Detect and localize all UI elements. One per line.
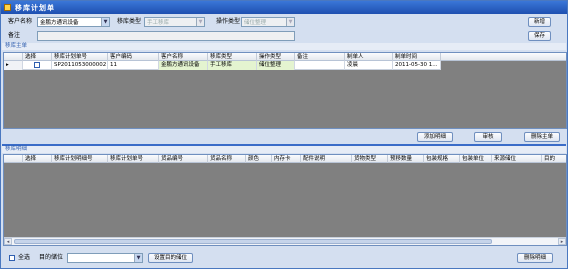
op-type-value: 储位整理 xyxy=(244,20,267,26)
header-cell[interactable]: 内存卡 xyxy=(272,155,301,163)
remark-label: 备注 xyxy=(8,32,21,39)
target-location-label: 目的储位 xyxy=(39,254,64,261)
header-cell[interactable]: 选择 xyxy=(23,155,52,163)
header-cell[interactable]: 备注 xyxy=(295,53,345,61)
row-checkbox[interactable] xyxy=(34,61,40,68)
save-button[interactable]: 保存 xyxy=(528,31,551,41)
row-select-cell[interactable] xyxy=(23,61,52,70)
select-all-checkbox[interactable] xyxy=(9,255,15,261)
header-cell[interactable]: 预移数量 xyxy=(388,155,424,163)
scroll-right-icon[interactable]: ▸ xyxy=(558,238,566,245)
op-type-cell: 储位整理 xyxy=(257,61,295,70)
header-cell[interactable]: 制单人 xyxy=(345,53,393,61)
main-table: 选择 移库计划单号 客户编码 客户名称 移库类型 操作类型 备注 制单人 制单时… xyxy=(3,52,567,129)
new-button[interactable]: 新增 xyxy=(528,17,551,27)
customer-name-label: 客户名称 xyxy=(8,18,33,25)
header-cell[interactable]: 移库类型 xyxy=(208,53,257,61)
header-cell[interactable]: 选择 xyxy=(23,53,52,61)
chevron-down-icon[interactable]: ▼ xyxy=(196,18,204,26)
op-type-label: 操作类型 xyxy=(216,18,241,25)
select-all-label: 全选 xyxy=(18,254,31,261)
window-title: 移库计划单 xyxy=(15,3,55,12)
delete-main-button[interactable]: 删除主单 xyxy=(524,132,560,142)
move-type-value: 手工移库 xyxy=(147,20,170,26)
header-cell[interactable]: 操作类型 xyxy=(257,53,295,61)
header-cell xyxy=(4,155,23,163)
customer-code-cell: 11 xyxy=(108,61,159,70)
chevron-down-icon[interactable]: ▼ xyxy=(134,254,142,262)
plan-no-cell: SP2011053000002 xyxy=(54,61,108,70)
set-target-location-button[interactable]: 设置目的储位 xyxy=(148,253,193,263)
chevron-down-icon[interactable]: ▼ xyxy=(286,18,294,26)
row-indicator: ▸ xyxy=(4,61,23,70)
detail-table: 选择 移库计划明细号 移库计划单号 货品编号 货品名称 颜色 内存卡 配件说明 … xyxy=(3,154,567,246)
move-type-cell: 手工移库 xyxy=(208,61,257,70)
header-cell[interactable]: 制单时间 xyxy=(393,53,441,61)
move-type-label: 移库类型 xyxy=(117,18,142,25)
app-icon xyxy=(4,4,11,11)
header-cell[interactable]: 货品名称 xyxy=(208,155,246,163)
op-type-select[interactable]: 储位整理 ▼ xyxy=(241,17,295,27)
header-cell[interactable]: 客户名称 xyxy=(159,53,208,61)
header-cell[interactable]: 移库计划单号 xyxy=(108,155,159,163)
detail-table-header: 选择 移库计划明细号 移库计划单号 货品编号 货品名称 颜色 内存卡 配件说明 … xyxy=(4,155,566,163)
customer-name-cell: 金鹏方通讯设备 xyxy=(159,61,208,70)
chevron-down-icon[interactable]: ▼ xyxy=(101,18,109,26)
customer-name-select[interactable]: 金鹏方通讯设备 ▼ xyxy=(37,17,110,27)
detail-section-title: 移库明细 xyxy=(5,146,28,152)
horizontal-scrollbar[interactable]: ◂ ▸ xyxy=(4,237,566,245)
header-cell[interactable]: 移库计划单号 xyxy=(52,53,108,61)
review-button[interactable]: 审核 xyxy=(474,132,502,142)
target-location-select[interactable]: ▼ xyxy=(67,253,143,263)
remark-input[interactable] xyxy=(37,31,295,41)
creator-cell: 凌晨 xyxy=(345,61,393,70)
scroll-left-icon[interactable]: ◂ xyxy=(4,238,12,245)
detail-section-header: 移库明细 xyxy=(2,146,566,153)
customer-name-value: 金鹏方通讯设备 xyxy=(40,20,79,26)
header-cell xyxy=(4,53,23,61)
move-type-select[interactable]: 手工移库 ▼ xyxy=(144,17,205,27)
header-cell[interactable]: 配件说明 xyxy=(301,155,352,163)
header-cell[interactable]: 包装规格 xyxy=(424,155,460,163)
header-cell[interactable]: 货品编号 xyxy=(159,155,208,163)
delete-detail-button[interactable]: 删除明细 xyxy=(517,253,553,263)
header-cell[interactable]: 货物类型 xyxy=(352,155,388,163)
header-cell[interactable]: 来源储位 xyxy=(492,155,542,163)
scroll-thumb[interactable] xyxy=(14,239,492,244)
add-detail-button[interactable]: 添加明细 xyxy=(417,132,453,142)
header-cell[interactable]: 客户编码 xyxy=(108,53,159,61)
table-row[interactable]: ▸ SP2011053000002 11 金鹏方通讯设备 手工移库 储位整理 凌… xyxy=(4,61,441,70)
title-bar: 移库计划单 xyxy=(1,1,567,14)
header-cell[interactable]: 目的 xyxy=(542,155,566,163)
main-table-header: 选择 移库计划单号 客户编码 客户名称 移库类型 操作类型 备注 制单人 制单时… xyxy=(4,53,566,61)
app-window: 移库计划单 客户名称 金鹏方通讯设备 ▼ 移库类型 手工移库 ▼ 操作类型 储位… xyxy=(0,0,568,269)
main-section-title: 移库主单 xyxy=(5,43,28,49)
remark-cell xyxy=(295,61,345,70)
main-section-header: 移库主单 xyxy=(2,43,566,50)
header-cell[interactable]: 颜色 xyxy=(246,155,272,163)
header-cell[interactable]: 包装单位 xyxy=(460,155,492,163)
created-at-cell: 2011-05-30 1... xyxy=(393,61,441,70)
header-cell[interactable]: 移库计划明细号 xyxy=(52,155,108,163)
